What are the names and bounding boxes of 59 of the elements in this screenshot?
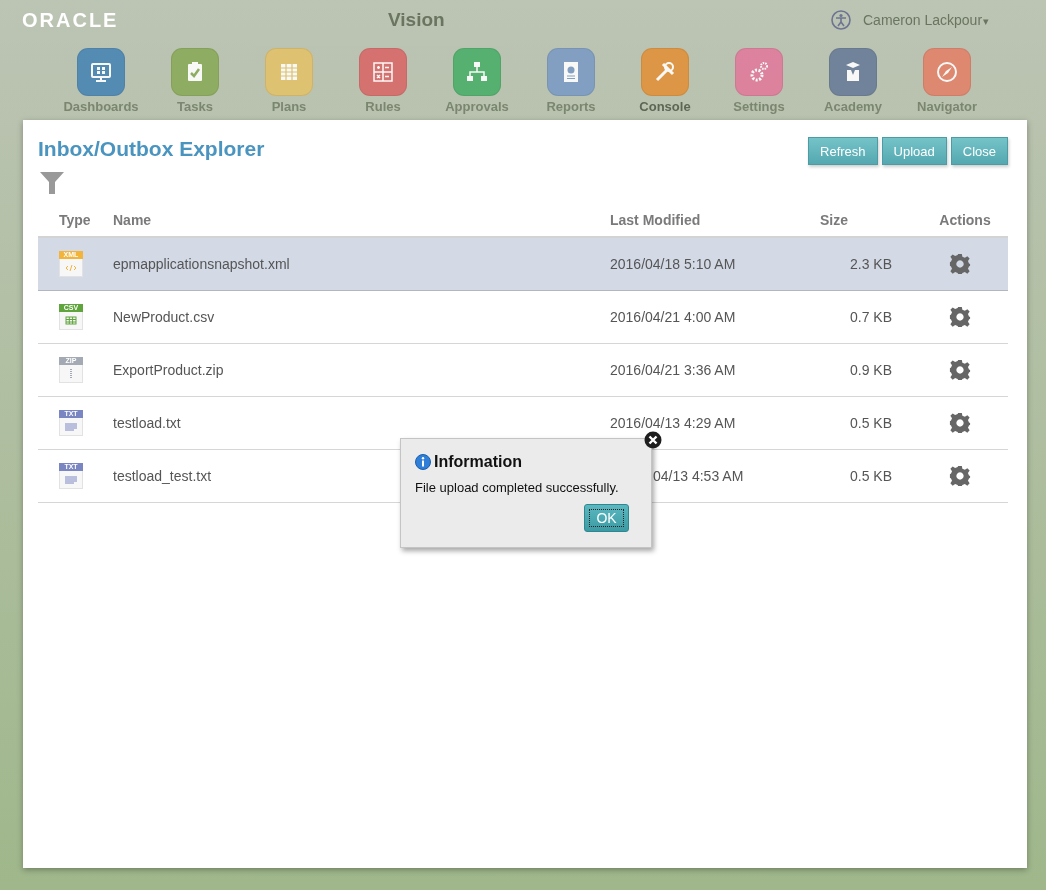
modified-date: 04/13 4:53 AM xyxy=(653,468,744,484)
nav-label[interactable]: Navigator xyxy=(917,100,977,114)
close-icon[interactable] xyxy=(644,431,662,449)
column-header[interactable]: Size xyxy=(820,212,848,228)
toolbar-button[interactable]: Refresh xyxy=(808,137,878,165)
app-title: Vision xyxy=(388,9,446,31)
file-size: 0.7 KB xyxy=(849,309,892,325)
nav-tile[interactable] xyxy=(547,48,595,96)
nav-tile[interactable] xyxy=(641,48,689,96)
nav-label[interactable]: Dashboards xyxy=(63,100,139,114)
panel-title: Inbox/Outbox Explorer xyxy=(38,137,265,161)
file-name: epmapplicationsnapshot.xml xyxy=(113,256,290,272)
gear-icon[interactable] xyxy=(949,412,971,434)
info-icon xyxy=(415,454,431,470)
file-size: 0.5 KB xyxy=(849,468,892,484)
nav-tile[interactable] xyxy=(453,48,501,96)
file-name: testload.txt xyxy=(113,415,181,431)
nav-label[interactable]: Reports xyxy=(546,100,596,114)
nav-label[interactable]: Console xyxy=(639,100,691,114)
gear-icon[interactable] xyxy=(949,253,971,275)
nav-label[interactable]: Rules xyxy=(365,100,401,114)
column-header[interactable]: Last Modified xyxy=(610,212,701,228)
ok-button[interactable]: OK xyxy=(584,504,629,532)
column-header[interactable]: Actions xyxy=(939,212,991,228)
nav-tile[interactable] xyxy=(77,48,125,96)
nav-label[interactable]: Settings xyxy=(733,100,785,114)
nav-tile[interactable] xyxy=(171,48,219,96)
gear-icon[interactable] xyxy=(949,306,971,328)
nav-tile[interactable] xyxy=(923,48,971,96)
toolbar-button[interactable]: Close xyxy=(950,137,1008,165)
modified-date: 2016/04/21 3:36 AM xyxy=(610,362,736,378)
modified-date: 2016/04/21 4:00 AM xyxy=(610,309,736,325)
nav-tile[interactable] xyxy=(359,48,407,96)
file-name: ExportProduct.zip xyxy=(113,362,224,378)
nav-tile[interactable] xyxy=(829,48,877,96)
filter-icon[interactable] xyxy=(40,172,64,194)
file-size: 0.9 KB xyxy=(849,362,892,378)
file-name: testload_test.txt xyxy=(113,468,212,484)
modified-date: 2016/04/18 5:10 AM xyxy=(610,256,736,272)
accessibility-icon[interactable] xyxy=(831,10,851,30)
modified-date: 2016/04/13 4:29 AM xyxy=(610,415,736,431)
dialog-message: File upload completed successfully. xyxy=(415,480,620,495)
file-size: 2.3 KB xyxy=(849,256,892,272)
nav-tile[interactable] xyxy=(735,48,783,96)
column-header[interactable]: Type xyxy=(59,212,91,228)
file-name: NewProduct.csv xyxy=(113,309,215,325)
nav-tile[interactable] xyxy=(265,48,313,96)
gear-icon[interactable] xyxy=(949,465,971,487)
dialog-title: Information xyxy=(434,453,522,471)
column-header[interactable]: Name xyxy=(113,212,152,228)
nav-label[interactable]: Plans xyxy=(271,100,307,114)
gear-icon[interactable] xyxy=(949,359,971,381)
nav-label[interactable]: Tasks xyxy=(177,100,213,114)
nav-label[interactable]: Academy xyxy=(824,100,882,114)
logo-text: ORACLE xyxy=(22,8,120,32)
toolbar-button[interactable]: Upload xyxy=(881,137,947,165)
nav-label[interactable]: Approvals xyxy=(445,100,509,114)
file-size: 0.5 KB xyxy=(849,415,892,431)
user-menu[interactable]: Cameron Lackpour▾ xyxy=(863,12,990,28)
